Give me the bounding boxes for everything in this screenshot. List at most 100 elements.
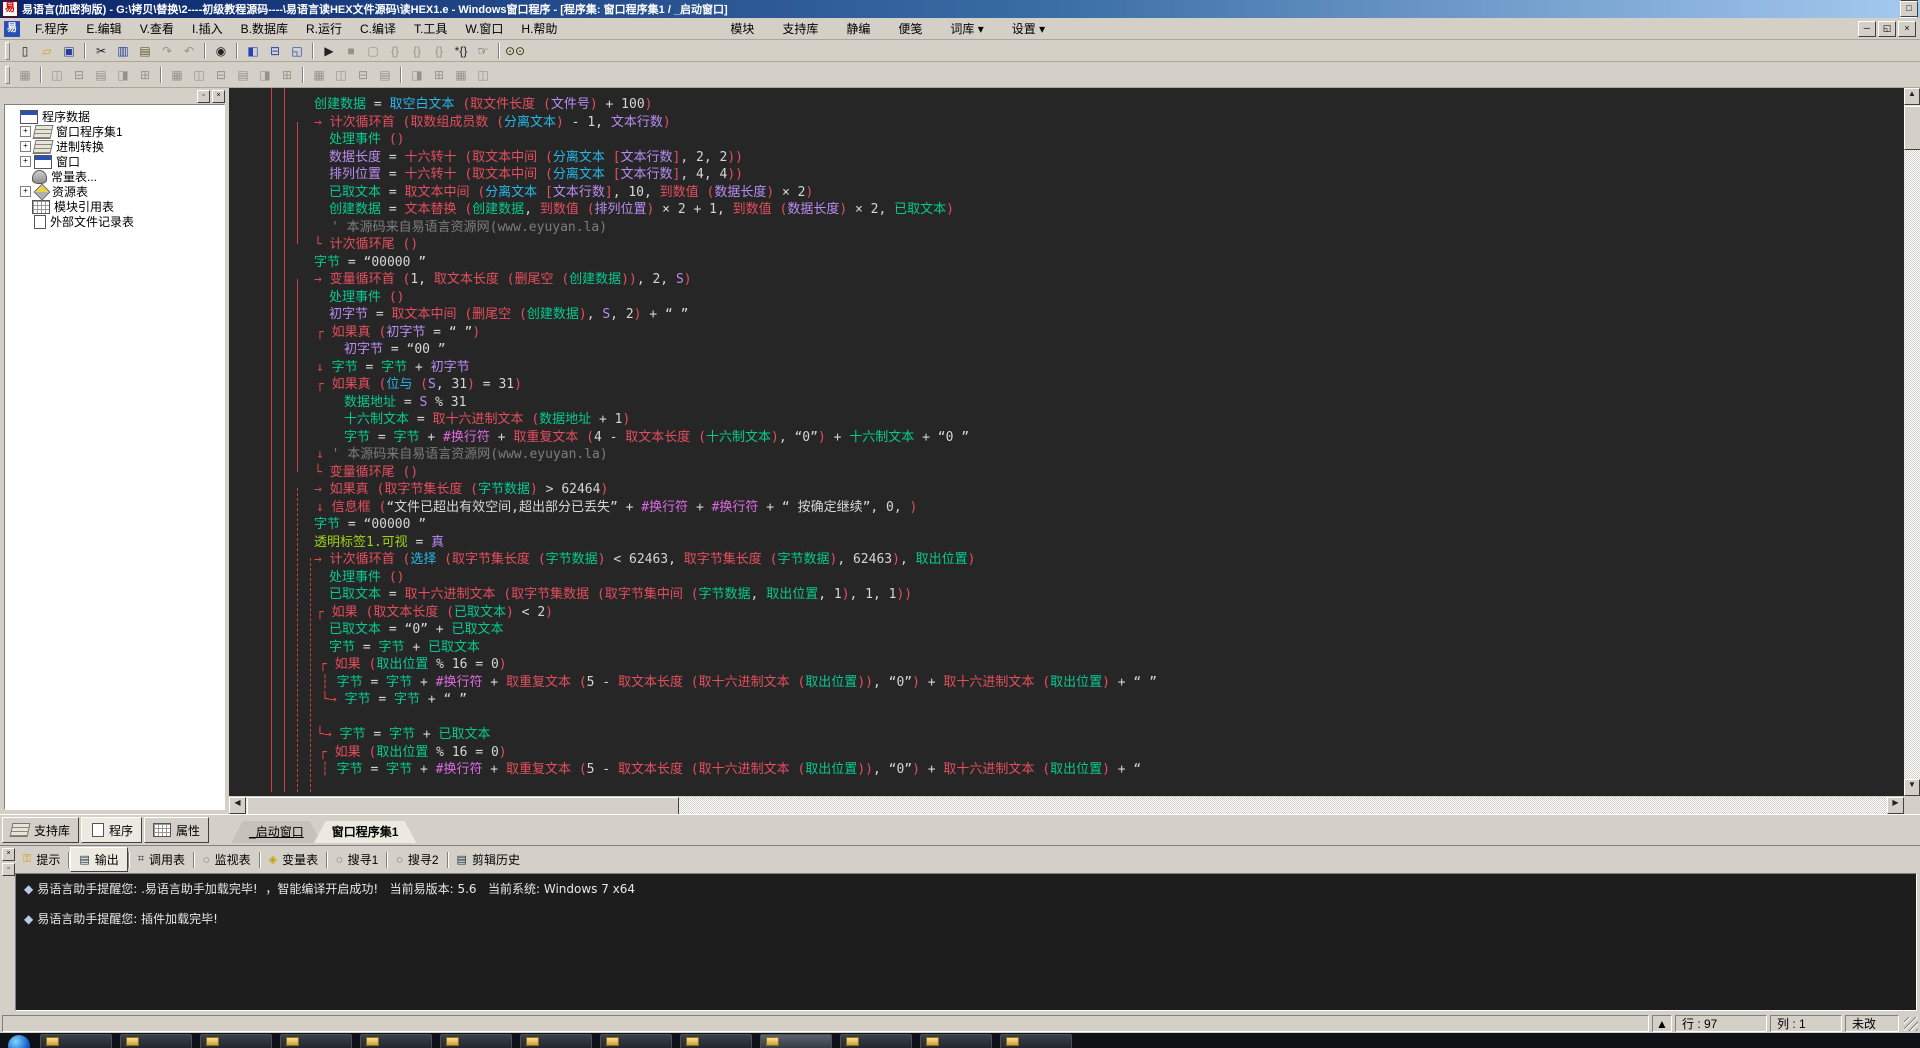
code-line[interactable]: → 变量循环首 (1, 取文本长度 (删尾空 (创建数据)), 2, S) xyxy=(229,271,1904,289)
start-button-icon[interactable] xyxy=(8,1035,30,1048)
code-line[interactable]: 已取文本 = 取文本中间 (分离文本 [文本行数], 10, 到数值 (数据长度… xyxy=(229,184,1904,202)
code-line[interactable]: 数据地址 = S % 31 xyxy=(229,394,1904,412)
code-line[interactable]: ┆ 字节 = 字节 + #换行符 + 取重复文本 (5 - 取文本长度 (取十六… xyxy=(229,674,1904,692)
code-line[interactable]: 初字节 = “00 ” xyxy=(229,341,1904,359)
scroll-right-icon[interactable]: ▶ xyxy=(1887,797,1904,814)
code-line[interactable]: 处理事件 () xyxy=(229,289,1904,307)
code-line[interactable]: └ 变量循环尾 () xyxy=(229,464,1904,482)
menu-B.数据库[interactable]: B.数据库 xyxy=(232,18,297,39)
mdi-restore-icon[interactable]: ◱ xyxy=(1878,20,1896,37)
panel-tab-变量表[interactable]: ◈ 变量表 xyxy=(261,848,326,871)
panel-tab-监视表[interactable]: ◌ 监视表 xyxy=(195,848,259,871)
editor-tab-_启动窗口[interactable]: _启动窗口 xyxy=(231,821,322,843)
code-line[interactable]: ┌ 如果 (取出位置 % 16 = 0) xyxy=(229,744,1904,762)
cut-icon[interactable]: ✂ xyxy=(91,42,111,60)
menu-T.工具[interactable]: T.工具 xyxy=(405,18,456,39)
sidebar-float-icon[interactable]: ▫ xyxy=(197,89,210,103)
menu-F.程序[interactable]: F.程序 xyxy=(26,18,77,39)
workspace-tab-属性[interactable]: 属性 xyxy=(144,817,210,843)
code-line[interactable]: → 计次循环首 (取数组成员数 (分离文本) - 1, 文本行数) xyxy=(229,114,1904,132)
code-line[interactable]: ┌ 如果 (取出位置 % 16 = 0) xyxy=(229,656,1904,674)
scroll-left-icon[interactable]: ◀ xyxy=(229,797,246,814)
code-line[interactable]: 十六制文本 = 取十六进制文本 (数据地址 + 1) xyxy=(229,411,1904,429)
code-line[interactable]: └→ 字节 = 字节 + 已取文本 xyxy=(229,726,1904,744)
code-line[interactable] xyxy=(229,709,1904,727)
code-line[interactable]: ┌ 如果 (取文本长度 (已取文本) < 2) xyxy=(229,604,1904,622)
expand-icon[interactable]: + xyxy=(20,141,31,152)
code-line[interactable]: 初字节 = 取文本中间 (删尾空 (创建数据), S, 2) + “ ” xyxy=(229,306,1904,324)
copy-icon[interactable]: ▥ xyxy=(113,42,133,60)
run-icon[interactable]: ▶ xyxy=(319,42,339,60)
panel-tab-输出[interactable]: ▤ 输出 xyxy=(70,847,128,872)
taskbar-button[interactable] xyxy=(920,1034,992,1048)
sidebar-close-icon[interactable]: × xyxy=(212,89,225,103)
code-line[interactable]: 创建数据 = 文本替换 (创建数据, 到数值 (排列位置) × 2 + 1, 到… xyxy=(229,201,1904,219)
menu-E.编辑[interactable]: E.编辑 xyxy=(77,18,130,39)
code-line[interactable]: 已取文本 = 取十六进制文本 (取字节集数据 (取字节集中间 (字节数据, 取出… xyxy=(229,586,1904,604)
code-line[interactable]: 字节 = “00000 ” xyxy=(229,516,1904,534)
taskbar-button[interactable] xyxy=(200,1034,272,1048)
code-line[interactable]: → 如果真 (取字节集长度 (字节数据) > 62464) xyxy=(229,481,1904,499)
maximize-icon[interactable]: □ xyxy=(1900,1,1918,17)
code-line[interactable]: 处理事件 () xyxy=(229,569,1904,587)
tree-item-资源表[interactable]: + 资源表 xyxy=(7,183,222,200)
code-line[interactable]: 字节 = “00000 ” xyxy=(229,254,1904,272)
panel-tab-调用表[interactable]: ⌗ 调用表 xyxy=(130,848,193,871)
mdi-minimize-icon[interactable]: ─ xyxy=(1858,20,1876,37)
tree-item-外部文件记录表[interactable]: 外部文件记录表 xyxy=(7,214,222,229)
breakpoint-icon[interactable]: *{} xyxy=(451,42,471,60)
menu-W.窗口[interactable]: W.窗口 xyxy=(456,18,512,39)
vscroll-thumb[interactable] xyxy=(1904,106,1920,150)
taskbar-button[interactable] xyxy=(360,1034,432,1048)
scroll-up-icon[interactable]: ▲ xyxy=(1904,88,1920,105)
code-line[interactable]: 创建数据 = 取空白文本 (取文件长度 (文件号) + 100) xyxy=(229,96,1904,114)
code-line[interactable]: └→ 字节 = 字节 + “ ” xyxy=(229,691,1904,709)
layout-top-icon[interactable]: ⊟ xyxy=(265,42,285,60)
save-icon[interactable]: ▣ xyxy=(59,42,79,60)
layout-grid-icon[interactable]: ◱ xyxy=(287,42,307,60)
taskbar-button[interactable] xyxy=(1000,1034,1072,1048)
status-scroll-icon[interactable]: ▲ xyxy=(1652,1015,1672,1032)
code-line[interactable]: 字节 = 字节 + #换行符 + 取重复文本 (4 - 取文本长度 (十六制文本… xyxy=(229,429,1904,447)
code-line[interactable]: ┌ 如果真 (初字节 = “ ”) xyxy=(229,324,1904,342)
code-editor[interactable]: 创建数据 = 取空白文本 (取文件长度 (文件号) + 100) → 计次循环首 … xyxy=(229,88,1920,816)
code-line[interactable]: 排列位置 = 十六转十 (取文本中间 (分离文本 [文本行数], 4, 4)) xyxy=(229,166,1904,184)
panel-tab-搜寻1[interactable]: ◌ 搜寻1 xyxy=(328,848,386,871)
menu-静编[interactable]: 静编 xyxy=(832,18,884,39)
tree-item-进制转换[interactable]: + 进制转换 xyxy=(7,139,222,154)
code-line[interactable]: ↓ ' 本源码来自易语言资源网(www.eyuyan.la) xyxy=(229,446,1904,464)
output-console[interactable]: ◆ 易语言助手提醒您: .易语言助手加载完毕! ，智能编译开启成功! 当前易版本:… xyxy=(15,873,1917,1011)
scroll-down-icon[interactable]: ▼ xyxy=(1904,779,1920,796)
code-line[interactable]: 透明标签1.可视 = 真 xyxy=(229,534,1904,552)
tree-item-窗口[interactable]: + 窗口 xyxy=(7,154,222,169)
menu-便笺[interactable]: 便笺 xyxy=(884,18,936,39)
taskbar-button[interactable] xyxy=(520,1034,592,1048)
taskbar-button[interactable] xyxy=(40,1034,112,1048)
panel-tab-提示[interactable]: ⚿ 提示 xyxy=(15,848,68,871)
horizontal-scrollbar[interactable]: ◀ ▶ xyxy=(229,797,1904,816)
resize-grip[interactable] xyxy=(1904,1016,1918,1031)
code-line[interactable]: └ 计次循环尾 () xyxy=(229,236,1904,254)
panel-close-icon[interactable]: × xyxy=(2,848,15,861)
menu-V.查看[interactable]: V.查看 xyxy=(131,18,183,39)
code-line[interactable]: ' 本源码来自易语言资源网(www.eyuyan.la) xyxy=(229,219,1904,237)
code-line[interactable]: 处理事件 () xyxy=(229,131,1904,149)
workspace-tab-支持库[interactable]: 支持库 xyxy=(2,817,80,843)
code-line[interactable]: 字节 = 字节 + 已取文本 xyxy=(229,639,1904,657)
expand-icon[interactable]: + xyxy=(20,126,31,137)
paste-icon[interactable]: ▤ xyxy=(135,42,155,60)
code-line[interactable]: 数据长度 = 十六转十 (取文本中间 (分离文本 [文本行数], 2, 2)) xyxy=(229,149,1904,167)
open-file-icon[interactable]: ▱ xyxy=(37,42,57,60)
panel-float-icon[interactable]: ▫ xyxy=(2,863,15,876)
new-file-icon[interactable]: ▯ xyxy=(15,42,35,60)
taskbar-button[interactable] xyxy=(840,1034,912,1048)
layout-left-icon[interactable]: ◧ xyxy=(243,42,263,60)
find-book-icon[interactable]: ◉ xyxy=(211,42,231,60)
menu-R.运行[interactable]: R.运行 xyxy=(297,18,351,39)
taskbar-button[interactable] xyxy=(280,1034,352,1048)
tree-item-程序数据[interactable]: 程序数据 xyxy=(7,109,222,124)
code-line[interactable]: ┆ 字节 = 字节 + #换行符 + 取重复文本 (5 - 取文本长度 (取十六… xyxy=(229,761,1904,779)
menu-C.编译[interactable]: C.编译 xyxy=(351,18,405,39)
taskbar-button[interactable] xyxy=(600,1034,672,1048)
panel-tab-搜寻2[interactable]: ◌ 搜寻2 xyxy=(388,848,446,871)
